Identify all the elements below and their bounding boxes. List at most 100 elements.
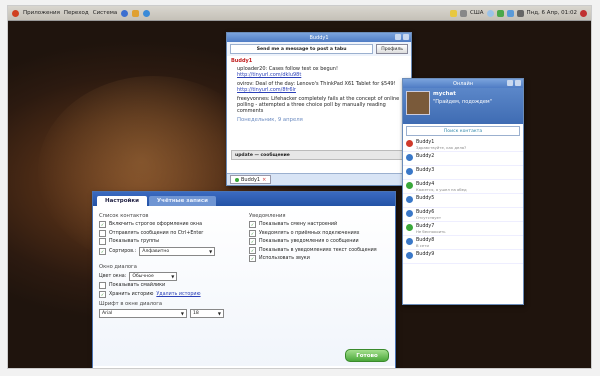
status-icon	[406, 224, 413, 231]
contact-list-window: Онлайн mychat "Прайдем, подождем" Поиск …	[402, 78, 524, 305]
tab-settings[interactable]: Настройки	[97, 196, 147, 206]
buddy-status: Кажется, я ушел на обед	[416, 187, 467, 192]
chat-message: freeyvonnes: Lifehacker completely fails…	[237, 96, 400, 114]
chevron-down-icon: ▼	[171, 273, 175, 279]
minimize-icon[interactable]	[507, 80, 513, 86]
history-option[interactable]: ✓ Хранить историю Удалить историю	[99, 290, 239, 298]
weather-icon[interactable]	[486, 9, 494, 17]
settings-option[interactable]: ✓ Показывать в уведомлениях текст сообщен…	[249, 246, 389, 254]
chat-log: Buddy1 uploader20: Cases follow test ox …	[227, 56, 411, 148]
tab-accounts[interactable]: Учётные записи	[148, 196, 216, 206]
checkbox[interactable]: ✓	[99, 221, 106, 228]
status-icon	[406, 238, 413, 245]
settings-option[interactable]: ✓ Показывать уведомления о сообщении	[249, 238, 389, 245]
settings-option[interactable]: Показывать группы	[99, 238, 239, 245]
font-label: Шрифт в окне диалога	[99, 300, 163, 307]
settings-body: Список контактов ✓ Включить строгое оформ…	[93, 206, 395, 366]
contact-search-input[interactable]: Поиск контакта	[406, 126, 520, 136]
network-icon[interactable]	[460, 9, 468, 17]
section-title: Окно диалога	[99, 263, 137, 270]
chat-header-row: Send me a message to post a tabu Профиль	[227, 42, 411, 56]
chat-tab-bar: Buddy1 ×	[227, 173, 411, 185]
checkbox[interactable]: ✓	[99, 290, 106, 298]
buddy-item[interactable]: Buddy3	[403, 166, 523, 180]
settings-option[interactable]: ✓ Показывать смену настроений	[249, 221, 389, 228]
settings-tabs: Настройки Учётные записи	[93, 192, 395, 206]
help-icon[interactable]	[143, 9, 151, 17]
checkbox[interactable]: ✓	[249, 221, 256, 228]
message-link[interactable]: http://tinyurl.com/dklu98t	[237, 72, 301, 78]
my-status[interactable]: "Прайдем, подождем"	[433, 99, 492, 105]
settings-option[interactable]: ✓ Использовать звуки	[249, 255, 389, 262]
sort-checkbox[interactable]: ✓	[99, 247, 106, 255]
buddy-item[interactable]: Buddy7 Не беспокоить	[403, 222, 523, 236]
message-topic-field[interactable]: Send me a message to post a tabu	[230, 44, 374, 54]
panel-menu: Приложения Переход Система	[8, 9, 151, 17]
chat-tray-icon[interactable]	[496, 9, 504, 17]
settings-option[interactable]: ✓ Включить строгое оформление окна	[99, 221, 239, 228]
done-button[interactable]: Готово	[345, 349, 389, 362]
checkbox[interactable]	[99, 282, 106, 289]
buddy-item[interactable]: Buddy8 В сети	[403, 236, 523, 250]
settings-left-column: Список контактов ✓ Включить строгое оформ…	[99, 210, 239, 362]
message-link[interactable]: http://tinyurl.com/8fr6lr	[237, 87, 296, 93]
chat-title: Buddy1	[309, 34, 329, 41]
contacts-titlebar[interactable]: Онлайн	[403, 79, 523, 88]
avatar[interactable]	[406, 91, 430, 115]
chevron-down-icon: ▼	[209, 248, 213, 254]
update-tray-icon[interactable]	[506, 9, 514, 17]
checkbox[interactable]: ✓	[249, 238, 256, 245]
checkbox[interactable]	[99, 229, 106, 237]
clock[interactable]: Пнд, 6 Апр, 01:02	[527, 10, 577, 16]
sort-select[interactable]: Алфавитно ▼	[139, 246, 216, 256]
chat-titlebar[interactable]: Buddy1	[227, 33, 411, 42]
right-options: ✓ Показывать смену настроений ✓ Уведомлять …	[249, 221, 389, 262]
volume-icon[interactable]	[516, 9, 524, 17]
buddy-item[interactable]: Buddy4 Кажется, я ушел на обед	[403, 180, 523, 194]
distro-logo-icon[interactable]	[12, 9, 19, 17]
contacts-window-controls	[507, 80, 521, 86]
smileys-option[interactable]: Показывать смайлики	[99, 282, 239, 289]
chat-tab[interactable]: Buddy1 ×	[230, 175, 272, 184]
status-icon	[406, 140, 413, 147]
close-icon[interactable]	[515, 80, 521, 86]
checkbox[interactable]: ✓	[249, 246, 256, 254]
buddy-item[interactable]: Buddy9	[403, 250, 523, 264]
settings-option[interactable]: Отправлять сообщения по Ctrl+Enter	[99, 229, 239, 237]
minimize-icon[interactable]	[395, 34, 401, 40]
color-select[interactable]: Обычное ▼	[129, 271, 178, 281]
close-icon[interactable]	[403, 34, 409, 40]
contact-nick: Buddy1	[231, 58, 253, 64]
settings-option[interactable]: ✓ Уведомлять о приёмных подключениях	[249, 229, 389, 237]
buddy-name: Buddy2	[416, 154, 435, 159]
my-name[interactable]: mychat	[433, 91, 492, 97]
contacts-title: Онлайн	[453, 80, 473, 87]
checkbox[interactable]: ✓	[249, 255, 256, 262]
profile-button[interactable]: Профиль	[376, 44, 408, 54]
buddy-item[interactable]: Buddy1 Здравствуйте, как дела?	[403, 138, 523, 152]
tab-close-icon[interactable]: ×	[262, 177, 266, 183]
clear-history-link[interactable]: Удалить историю	[156, 292, 200, 297]
date-separator: Понедельник, 9 апреля	[237, 117, 303, 123]
weather-label[interactable]: США	[470, 10, 483, 16]
font-size-select[interactable]: 18 ▼	[190, 308, 224, 318]
checkbox[interactable]: ✓	[249, 229, 256, 237]
settings-window: Настройки Учётные записи Список контакто…	[92, 191, 396, 368]
menu-system[interactable]: Система	[93, 10, 118, 16]
section-title: Список контактов	[99, 213, 149, 219]
menu-applications[interactable]: Приложения	[23, 10, 60, 16]
checkbox[interactable]	[99, 238, 106, 245]
browser-icon[interactable]	[121, 9, 129, 17]
my-profile: mychat "Прайдем, подождем"	[403, 88, 523, 124]
message-input[interactable]: update — сообщение	[231, 150, 407, 160]
notes-icon[interactable]	[450, 9, 458, 17]
mail-icon[interactable]	[132, 9, 140, 17]
font-select[interactable]: Arial ▼	[99, 308, 187, 318]
power-icon[interactable]	[580, 9, 587, 17]
menu-places[interactable]: Переход	[64, 10, 89, 16]
panel-tray: США Пнд, 6 Апр, 01:02	[450, 9, 591, 17]
buddy-item[interactable]: Buddy2	[403, 152, 523, 166]
buddy-item[interactable]: Buddy5	[403, 194, 523, 208]
buddy-item[interactable]: Buddy6 Отсутствует	[403, 208, 523, 222]
status-icon	[406, 154, 413, 161]
